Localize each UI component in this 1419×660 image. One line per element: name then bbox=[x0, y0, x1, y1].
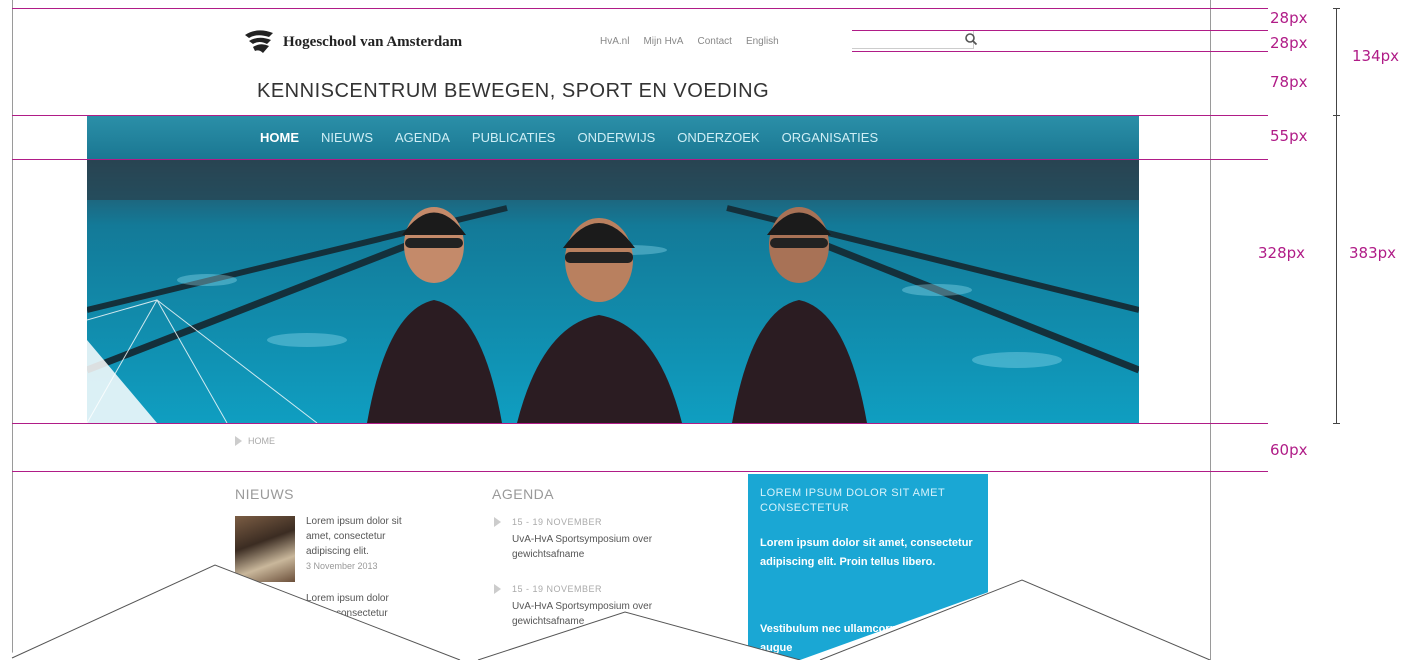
bracket-tick bbox=[1333, 8, 1340, 9]
agenda-heading: AGENDA bbox=[492, 486, 555, 502]
breadcrumb: HOME bbox=[235, 436, 275, 446]
promo-body: Lorem ipsum dolor sit amet, consectetur … bbox=[760, 537, 973, 568]
nav-nieuws[interactable]: NIEUWS bbox=[321, 130, 373, 145]
play-arrow-icon bbox=[235, 436, 242, 446]
news-item-2-line2: consectetur bbox=[336, 608, 388, 619]
guide-line-nav-bottom bbox=[12, 159, 1268, 160]
hero-swimmers-illustration bbox=[87, 160, 1139, 423]
hero-image bbox=[87, 160, 1139, 423]
site-title: KENNISCENTRUM BEWEGEN, SPORT EN VOEDING bbox=[257, 80, 770, 102]
search-icon[interactable] bbox=[964, 32, 978, 46]
measure-label: 28px bbox=[1270, 34, 1308, 52]
frame-left-edge bbox=[12, 0, 13, 660]
guide-line-search-top bbox=[852, 30, 1268, 31]
breadcrumb-home[interactable]: HOME bbox=[248, 436, 275, 446]
news-heading: NIEUWS bbox=[235, 486, 294, 502]
news-item-1-line2: amet, consectetur bbox=[306, 531, 386, 542]
top-link-contact[interactable]: Contact bbox=[697, 36, 731, 47]
main-nav: HOME NIEUWS AGENDA PUBLICATIES ONDERWIJS… bbox=[87, 116, 1139, 160]
news-item-2-line1: Lorem ipsum dolor bbox=[306, 593, 389, 604]
news-thumbnail[interactable] bbox=[235, 516, 295, 582]
nav-agenda[interactable]: AGENDA bbox=[395, 130, 450, 145]
promo-body-2: Vestibulum nec ullamcorper egestas vel a… bbox=[760, 623, 970, 654]
top-link-english[interactable]: English bbox=[746, 36, 779, 47]
nav-onderzoek[interactable]: ONDERZOEK bbox=[677, 130, 759, 145]
measure-label: 78px bbox=[1270, 73, 1308, 91]
search-input[interactable] bbox=[852, 31, 978, 49]
nav-organisaties[interactable]: ORGANISATIES bbox=[782, 130, 879, 145]
play-arrow-icon bbox=[494, 517, 501, 527]
agenda-item-2-line2: gewichtsafname bbox=[512, 616, 585, 627]
agenda-item-1-line2: gewichtsafname bbox=[512, 549, 585, 560]
guide-line-hero-bottom bbox=[12, 423, 1268, 424]
news-item-1-line3: adipiscing elit. bbox=[306, 546, 369, 557]
top-link-hva[interactable]: HvA.nl bbox=[600, 36, 629, 47]
agenda-item-1-date: 15 - 19 NOVEMBER bbox=[512, 517, 603, 527]
promo-heading: LOREM IPSUM DOLOR SIT AMET CONSECTETUR bbox=[760, 487, 945, 514]
guide-line-breadcrumb-bottom bbox=[12, 471, 1268, 472]
play-arrow-icon bbox=[494, 584, 501, 594]
nav-publicaties[interactable]: PUBLICATIES bbox=[472, 130, 556, 145]
news-item-2[interactable]: Lorem ipsum dolor consectetur bbox=[306, 591, 416, 621]
measure-label: 383px bbox=[1349, 244, 1397, 262]
measure-label: 60px bbox=[1270, 441, 1308, 459]
nav-home[interactable]: HOME bbox=[260, 130, 299, 145]
news-item-1[interactable]: Lorem ipsum dolor sit amet, consectetur … bbox=[306, 514, 416, 574]
guide-line-header-bottom bbox=[12, 115, 1268, 116]
bracket-header bbox=[1336, 8, 1337, 115]
logo-mark-icon bbox=[245, 30, 273, 53]
guide-line-search-bottom bbox=[852, 51, 1268, 52]
measure-label: 134px bbox=[1352, 47, 1400, 65]
guide-line-top bbox=[12, 8, 1268, 9]
agenda-item-2[interactable]: UvA-HvA Sportsymposium over gewichtsafna… bbox=[512, 599, 712, 629]
bracket-tick bbox=[1333, 423, 1340, 424]
agenda-item-2-line1: UvA-HvA Sportsymposium over bbox=[512, 601, 653, 612]
news-item-1-date: 3 November 2013 bbox=[306, 561, 378, 571]
agenda-item-2-date: 15 - 19 NOVEMBER bbox=[512, 584, 603, 594]
logo[interactable]: Hogeschool van Amsterdam bbox=[243, 27, 462, 57]
agenda-item-1-line1: UvA-HvA Sportsymposium over bbox=[512, 534, 653, 545]
page: Hogeschool van Amsterdam HvA.nl Mijn HvA… bbox=[0, 0, 1419, 660]
nav-onderwijs[interactable]: ONDERWIJS bbox=[577, 130, 655, 145]
logo-text: Hogeschool van Amsterdam bbox=[283, 33, 463, 50]
measure-label: 328px bbox=[1258, 244, 1306, 262]
top-link-mijn-hva[interactable]: Mijn HvA bbox=[643, 36, 683, 47]
measure-label: 55px bbox=[1270, 127, 1308, 145]
bracket-hero bbox=[1336, 115, 1337, 423]
frame-right-edge bbox=[1210, 0, 1211, 660]
promo-block[interactable]: LOREM IPSUM DOLOR SIT AMET CONSECTETUR L… bbox=[748, 474, 988, 660]
news-item-1-line1: Lorem ipsum dolor sit bbox=[306, 516, 402, 527]
agenda-item-1[interactable]: UvA-HvA Sportsymposium over gewichtsafna… bbox=[512, 532, 712, 562]
top-links: HvA.nl Mijn HvA Contact English bbox=[600, 36, 779, 47]
measure-label: 28px bbox=[1270, 9, 1308, 27]
